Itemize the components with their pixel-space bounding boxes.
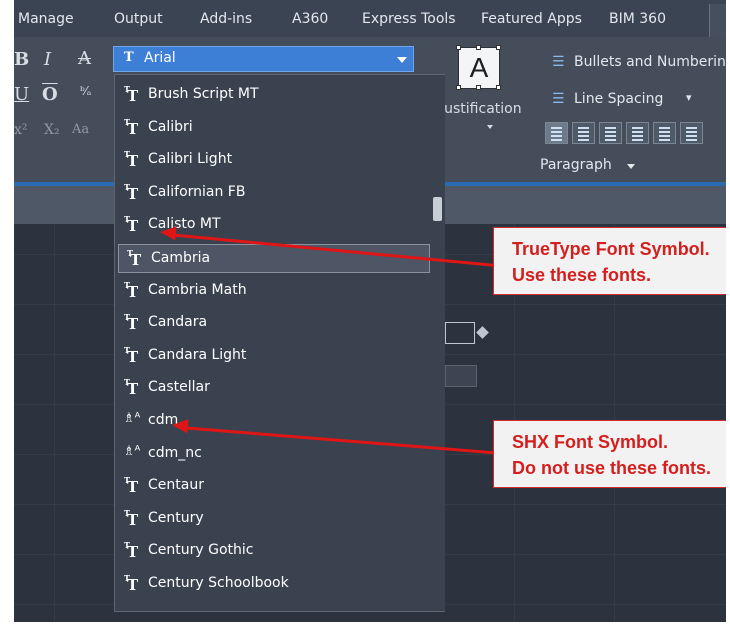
font-list-item-label: Century Schoolbook <box>148 575 289 591</box>
truetype-font-icon: TT <box>124 312 139 333</box>
stack-icon[interactable]: ᵇ⁄ₐ <box>80 84 91 98</box>
chevron-down-icon[interactable] <box>627 164 635 169</box>
font-list-item[interactable]: T T Castellar <box>116 374 428 403</box>
tab-manage[interactable]: Manage <box>18 11 74 27</box>
font-list-item-label: Cambria <box>151 250 211 266</box>
font-selector-value: Arial <box>144 50 176 66</box>
tab-express-tools[interactable]: Express Tools <box>362 11 456 27</box>
shx-font-icon: ♗ᴬ <box>123 411 141 426</box>
font-list-item-label: Century <box>148 510 204 526</box>
line-spacing-button[interactable]: Line Spacing <box>574 91 663 107</box>
truetype-font-icon: TT <box>124 475 139 496</box>
font-list-item[interactable]: ♗ᴬ cdm <box>116 407 428 436</box>
overline-icon[interactable]: O <box>42 84 58 105</box>
tab-a360[interactable]: A360 <box>292 11 328 27</box>
image-border <box>726 0 730 627</box>
resize-grip[interactable] <box>445 365 477 387</box>
font-list-item-label: Calibri <box>148 119 193 135</box>
font-list-item-label: Calibri Light <box>148 151 233 167</box>
paragraph-panel-title[interactable]: Paragraph <box>540 157 612 173</box>
font-list-item[interactable]: T T Californian FB <box>116 179 428 208</box>
truetype-font-icon: TT <box>124 377 139 398</box>
font-list-item[interactable]: T T Century Schoolbook <box>116 570 428 599</box>
font-list-item[interactable]: T T Cambria <box>118 244 430 273</box>
superscript-icon[interactable]: x² <box>14 122 28 138</box>
chevron-down-icon <box>397 57 407 63</box>
autocad-text-editor-screenshot: Manage Output Add-ins A360 Express Tools… <box>0 0 730 627</box>
shx-callout-line1: SHX Font Symbol. <box>512 432 669 452</box>
font-selector[interactable]: T Arial <box>113 46 414 72</box>
truetype-font-icon: TT <box>124 84 139 105</box>
truetype-font-icon: TT <box>124 573 139 594</box>
font-list-item-label: Castellar <box>148 379 210 395</box>
tab-output[interactable]: Output <box>114 11 163 27</box>
font-list-item[interactable]: T T Candara Light <box>116 342 428 371</box>
subscript-icon[interactable]: X₂ <box>44 122 60 138</box>
chevron-down-icon[interactable]: ▾ <box>686 91 692 104</box>
truetype-callout-line1: TrueType Font Symbol. <box>512 239 710 259</box>
chevron-down-icon[interactable] <box>487 125 493 129</box>
truetype-callout: TrueType Font Symbol. Use these fonts. <box>493 227 730 295</box>
shx-callout-line2: Do not use these fonts. <box>512 458 712 478</box>
font-list-item-label: Century Gothic <box>148 542 254 558</box>
font-list-item[interactable]: T T Century <box>116 505 428 534</box>
font-list-item[interactable]: T T Candara <box>116 309 428 338</box>
italic-icon[interactable]: I <box>44 49 51 70</box>
truetype-font-icon: TT <box>124 149 139 170</box>
align-center-button[interactable] <box>599 122 622 144</box>
font-list-item-label: Brush Script MT <box>148 86 259 102</box>
truetype-callout-line2: Use these fonts. <box>512 265 652 285</box>
dropdown-scrollbar[interactable] <box>431 75 445 611</box>
ribbon-tab-bar: Manage Output Add-ins A360 Express Tools… <box>14 0 730 37</box>
align-distribute-button[interactable] <box>680 122 703 144</box>
arrowhead-icon <box>159 225 177 241</box>
truetype-font-icon: TT <box>124 214 139 235</box>
font-list-item[interactable]: T T Centaur <box>116 472 428 501</box>
scrollbar-thumb[interactable] <box>433 197 442 221</box>
font-list-item[interactable]: T T Cambria Math <box>116 277 428 306</box>
underline-icon[interactable]: U <box>14 84 29 105</box>
truetype-font-icon: TT <box>127 248 142 269</box>
bullets-icon: ☰ <box>552 54 565 70</box>
arrowhead-icon <box>171 418 189 434</box>
tab-bim-360[interactable]: BIM 360 <box>609 11 666 27</box>
shx-callout: SHX Font Symbol. Do not use these fonts. <box>493 420 730 488</box>
font-list-item-label: cdm_nc <box>148 445 202 461</box>
truetype-font-icon: TT <box>124 540 139 561</box>
align-right-button[interactable] <box>626 122 649 144</box>
font-list-item[interactable]: T T Calibri <box>116 114 428 143</box>
strikethrough-icon[interactable]: A <box>78 48 91 69</box>
font-list-item-label: Cambria Math <box>148 282 247 298</box>
font-dropdown-list[interactable]: T T Brush Script MT T T Calibri T T Calibri Ligh… <box>114 74 445 612</box>
text-frame-widget[interactable] <box>445 322 475 344</box>
font-list-item[interactable]: T T Brush Script MT <box>116 81 428 110</box>
font-list-item-label: Centaur <box>148 477 204 493</box>
align-justify-button[interactable] <box>653 122 676 144</box>
tab-add-ins[interactable]: Add-ins <box>200 11 252 27</box>
truetype-font-icon: TT <box>124 280 139 301</box>
truetype-font-icon: TT <box>124 117 139 138</box>
truetype-font-icon: T <box>124 50 134 65</box>
align-left-button[interactable] <box>572 122 595 144</box>
font-list-item[interactable]: T T Century Gothic <box>116 537 428 566</box>
justification-icon[interactable]: A <box>456 45 501 90</box>
font-list-item[interactable]: T T Calibri Light <box>116 146 428 175</box>
bullets-and-numbering-button[interactable]: Bullets and Numbering <box>574 54 730 70</box>
line-spacing-icon: ☰ <box>552 91 565 107</box>
case-icon[interactable]: Aa <box>72 122 89 137</box>
truetype-font-icon: TT <box>124 182 139 203</box>
bold-icon[interactable]: B <box>14 49 29 70</box>
font-list-item-label: Calisto MT <box>148 216 221 232</box>
tab-featured-apps[interactable]: Featured Apps <box>481 11 582 27</box>
font-list-item-label: Candara <box>148 314 208 330</box>
truetype-font-icon: TT <box>124 345 139 366</box>
font-list-item-label: Candara Light <box>148 347 247 363</box>
shx-font-icon: ♗ᴬ <box>123 444 141 459</box>
truetype-font-icon: TT <box>124 508 139 529</box>
font-list-item-label: Californian FB <box>148 184 246 200</box>
align-default-button[interactable] <box>545 122 568 144</box>
justification-label[interactable]: Justification <box>440 101 522 117</box>
